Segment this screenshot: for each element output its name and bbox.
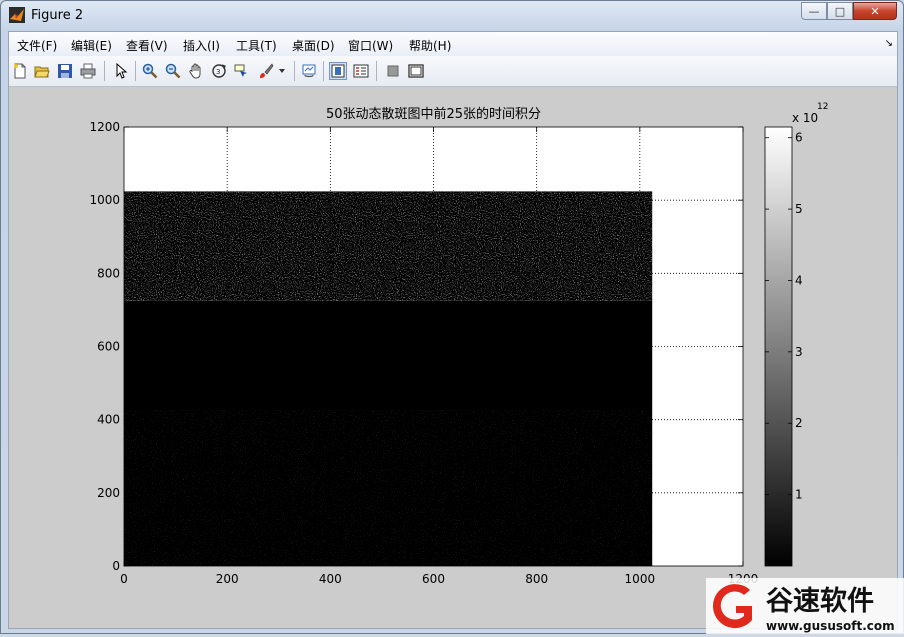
brush-dropdown-icon bbox=[279, 69, 285, 73]
watermark: 谷速软件 www.gususoft.com bbox=[706, 578, 904, 634]
pointer-button[interactable] bbox=[112, 62, 130, 80]
watermark-url: www.gususoft.com bbox=[766, 619, 895, 633]
svg-text:3: 3 bbox=[216, 68, 220, 76]
minimize-button[interactable]: — bbox=[801, 2, 827, 20]
close-icon: ✕ bbox=[870, 4, 880, 18]
save-icon bbox=[58, 64, 72, 78]
y-tick-label: 800 bbox=[97, 266, 120, 280]
toolbar-separator bbox=[294, 61, 295, 81]
x-tick-label: 200 bbox=[216, 572, 239, 586]
matlab-logo-icon bbox=[9, 7, 25, 23]
open-file-button[interactable] bbox=[33, 62, 51, 80]
minimize-icon: — bbox=[808, 4, 820, 18]
colorbar-exponent: 12 bbox=[817, 102, 828, 112]
hide-plot-tools-icon bbox=[387, 65, 399, 77]
show-plot-tools-button[interactable] bbox=[407, 62, 425, 80]
brush-icon bbox=[260, 63, 274, 78]
save-button[interactable] bbox=[56, 62, 74, 80]
hide-plot-tools-button[interactable] bbox=[384, 62, 402, 80]
y-tick-label: 600 bbox=[97, 340, 120, 354]
print-button[interactable] bbox=[79, 62, 97, 80]
brush-dropdown-button[interactable] bbox=[277, 62, 287, 80]
menu-tools[interactable]: 工具(T) bbox=[236, 37, 277, 54]
toolbar-separator bbox=[323, 61, 324, 81]
colorbar-toggle-icon bbox=[331, 64, 345, 78]
zoom-in-icon bbox=[142, 63, 158, 79]
zoom-out-button[interactable] bbox=[164, 62, 182, 80]
colorbar-tick-label: 1 bbox=[795, 488, 803, 502]
colorbar-tick-label: 6 bbox=[795, 131, 803, 145]
legend-toggle-button[interactable] bbox=[352, 62, 370, 80]
link-plot-button[interactable] bbox=[300, 62, 318, 80]
figure-canvas: 0200400600800100012000200400600800100012… bbox=[9, 87, 897, 628]
menu-bar: 文件(F) 编辑(E) 查看(V) 插入(I) 工具(T) 桌面(D) 窗口(W… bbox=[9, 32, 897, 56]
menu-desktop[interactable]: 桌面(D) bbox=[292, 37, 335, 54]
toolbar-separator bbox=[104, 61, 105, 81]
new-figure-button[interactable] bbox=[11, 62, 29, 80]
x-tick-label: 600 bbox=[422, 572, 445, 586]
menu-view[interactable]: 查看(V) bbox=[126, 37, 168, 54]
window-title: Figure 2 bbox=[31, 8, 84, 23]
toolbar: 3 bbox=[9, 56, 897, 87]
figure-window: Figure 2 — □ ✕ 文件(F) 编辑(E) 查看(V) 插入(I) 工… bbox=[0, 0, 904, 634]
x-tick-label: 0 bbox=[120, 572, 128, 586]
menu-edit[interactable]: 编辑(E) bbox=[71, 37, 112, 54]
maximize-icon: □ bbox=[834, 4, 846, 18]
speckle-overlay-2 bbox=[124, 191, 653, 301]
link-plot-icon bbox=[302, 64, 316, 78]
colorbar-exponent-label: x 10 bbox=[792, 111, 818, 125]
x-tick-label: 800 bbox=[525, 572, 548, 586]
pointer-icon bbox=[116, 63, 128, 79]
colorbar-tick-label: 5 bbox=[795, 202, 803, 216]
title-bar[interactable]: Figure 2 — □ ✕ bbox=[1, 1, 903, 31]
chart-title: 50张动态散斑图中前25张的时间积分 bbox=[326, 106, 541, 122]
y-tick-label: 1200 bbox=[89, 120, 120, 134]
y-tick-label: 400 bbox=[97, 413, 120, 427]
rotate-3d-icon: 3 bbox=[212, 64, 226, 78]
menu-insert[interactable]: 插入(I) bbox=[183, 37, 220, 54]
pan-icon bbox=[189, 63, 201, 79]
show-plot-tools-icon bbox=[408, 64, 424, 78]
data-cursor-icon bbox=[234, 64, 247, 77]
main-axes[interactable]: 0200400600800100012000200400600800100012… bbox=[89, 106, 758, 586]
toolbar-separator bbox=[135, 61, 136, 81]
zoom-in-button[interactable] bbox=[141, 62, 159, 80]
plot-svg: 0200400600800100012000200400600800100012… bbox=[89, 102, 828, 586]
x-tick-label: 1000 bbox=[625, 572, 656, 586]
menu-help[interactable]: 帮助(H) bbox=[409, 37, 451, 54]
speckle-overlay-0 bbox=[124, 410, 653, 566]
y-tick-label: 1000 bbox=[89, 193, 120, 207]
print-icon bbox=[80, 63, 96, 79]
colorbar-gradient bbox=[764, 126, 793, 567]
colorbar-tick-label: 4 bbox=[795, 273, 803, 287]
menu-window[interactable]: 窗口(W) bbox=[348, 37, 393, 54]
watermark-brand: 谷速软件 bbox=[766, 586, 874, 617]
close-button[interactable]: ✕ bbox=[853, 2, 897, 20]
legend-toggle-icon bbox=[353, 64, 369, 78]
new-figure-icon bbox=[14, 63, 26, 79]
toolbar-separator bbox=[376, 61, 377, 81]
watermark-logo: 谷速软件 www.gususoft.com bbox=[706, 578, 904, 634]
rotate-3d-button[interactable]: 3 bbox=[210, 62, 228, 80]
zoom-out-icon bbox=[165, 63, 181, 79]
colorbar-tick-label: 2 bbox=[795, 416, 803, 430]
x-tick-label: 400 bbox=[319, 572, 342, 586]
data-cursor-button[interactable] bbox=[233, 62, 251, 80]
brush-button[interactable] bbox=[257, 62, 275, 80]
menu-file[interactable]: 文件(F) bbox=[17, 37, 57, 54]
menu-overflow-icon[interactable]: ↘ bbox=[885, 38, 893, 49]
pan-button[interactable] bbox=[187, 62, 205, 80]
image-band-1 bbox=[124, 300, 653, 411]
y-tick-label: 200 bbox=[97, 486, 120, 500]
open-file-icon bbox=[34, 66, 50, 78]
colorbar-tick-label: 3 bbox=[795, 345, 803, 359]
colorbar[interactable]: 123456x 1012 bbox=[764, 102, 828, 567]
maximize-button[interactable]: □ bbox=[827, 2, 853, 20]
colorbar-toggle-button[interactable] bbox=[329, 62, 347, 80]
y-tick-label: 0 bbox=[112, 559, 120, 573]
figure-client: 文件(F) 编辑(E) 查看(V) 插入(I) 工具(T) 桌面(D) 窗口(W… bbox=[8, 31, 898, 629]
